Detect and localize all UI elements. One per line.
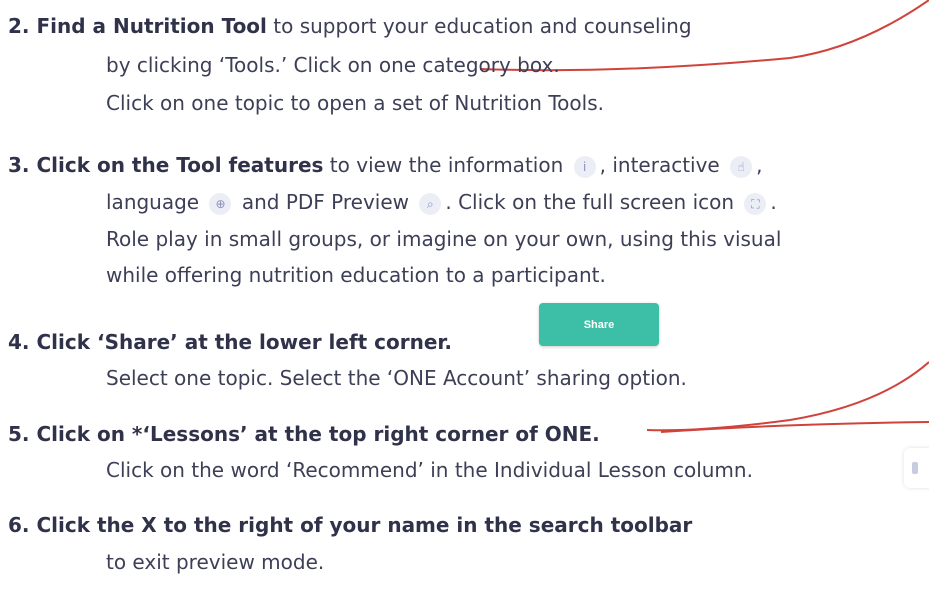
fullscreen-icon: ⛶ <box>744 192 767 215</box>
step3-text-g: . <box>770 190 777 214</box>
info-icon: i <box>573 155 596 178</box>
step3-text-d: language <box>106 190 200 214</box>
step3-text-b: , interactive <box>599 153 720 177</box>
globe-icon: ⊕ <box>209 192 232 215</box>
step3-line2: language ⊕ and PDF Preview ⌕. Click on t… <box>106 189 777 215</box>
share-button[interactable]: Share <box>539 303 659 346</box>
step3-heading: 3. Click on the Tool features <box>8 153 324 177</box>
step3-line3: Role play in small groups, or imagine on… <box>106 227 782 251</box>
step6-heading: 6. Click the X to the right of your name… <box>8 513 693 537</box>
step3-line4: while offering nutrition education to a … <box>106 263 606 287</box>
annotation-line-step5 <box>660 421 929 433</box>
step2-text: to support your education and counseling <box>266 14 692 38</box>
step2-line3: Click on one topic to open a set of Nutr… <box>106 91 604 115</box>
edge-card <box>904 448 929 488</box>
pdf-preview-icon: ⌕ <box>419 192 442 215</box>
step3-text-a: to view the information <box>323 153 564 177</box>
step3-text-e: and PDF Preview <box>241 190 410 214</box>
step6-line2: to exit preview mode. <box>106 550 325 574</box>
step5-heading: 5. Click on *‘Lessons’ at the top right … <box>8 422 600 446</box>
step4-line2: Select one topic. Select the ‘ONE Accoun… <box>106 366 687 390</box>
step5-line2: Click on the word ‘Recommend’ in the Ind… <box>106 458 753 482</box>
annotation-line-step4 <box>646 361 929 432</box>
step3-line1: 3. Click on the Tool features to view th… <box>8 152 762 178</box>
step3-text-c: , <box>756 153 763 177</box>
pointer-hand-icon: ☝ <box>730 155 753 178</box>
step2-line2: by clicking ‘Tools.’ Click on one catego… <box>106 53 560 77</box>
step4-heading: 4. Click ‘Share’ at the lower left corne… <box>8 330 453 354</box>
step2-heading: 2. Find a Nutrition Tool <box>8 14 267 38</box>
step2-line1: 2. Find a Nutrition Tool to support your… <box>8 13 692 39</box>
step3-text-f: . Click on the full screen icon <box>445 190 735 214</box>
